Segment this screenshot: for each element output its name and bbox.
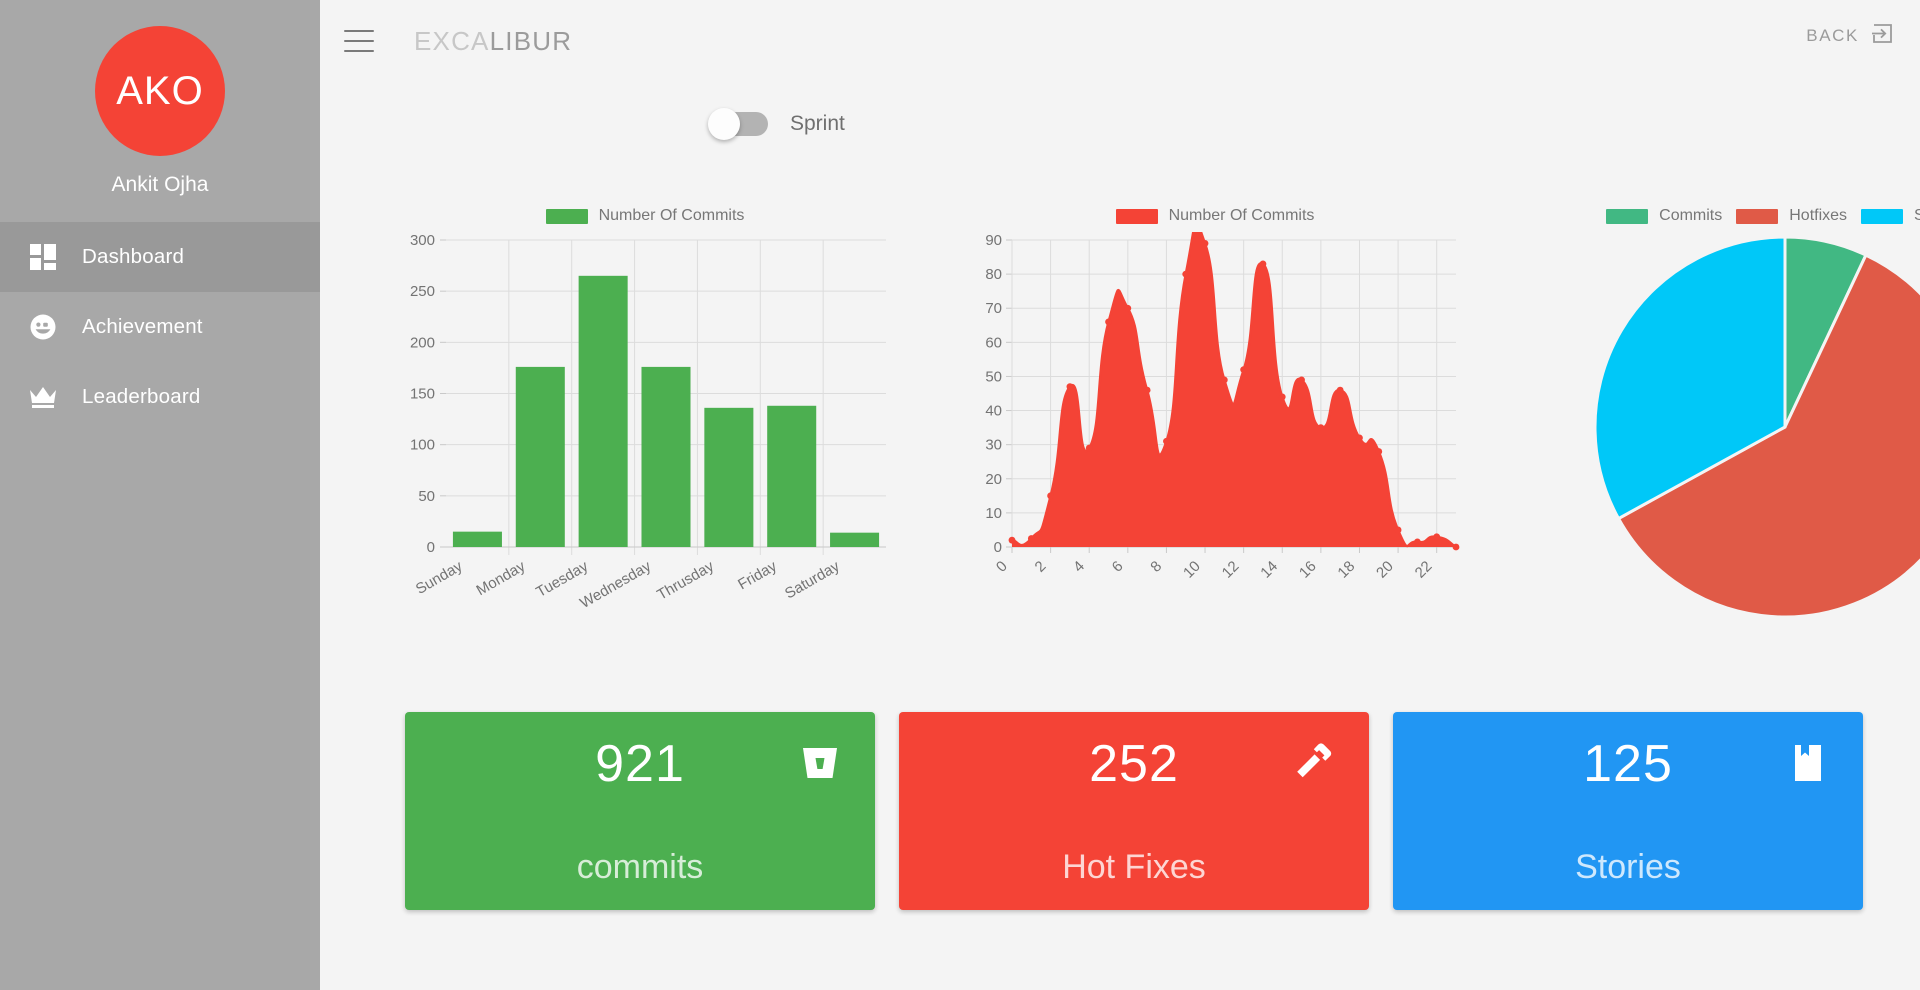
svg-text:90: 90 [985,232,1002,249]
legend-label: Hotfixes [1789,207,1848,224]
legend-swatch [1861,208,1904,224]
svg-text:Thrusday: Thrusday [654,557,717,603]
avatar: AKO [95,26,225,156]
stat-value: 125 [1583,735,1673,793]
area-chart-commits-by-hour: Number Of Commits 0 10 20 30 40 50 60 70 80 90 0 2 4… [970,200,1460,670]
legend-swatch [1606,208,1649,224]
svg-text:10: 10 [985,505,1002,522]
page-title: EXCALIBUR [414,26,572,57]
stat-cards-row: 921 commits 252 Hot Fixes 125 Stories [320,712,1920,910]
sidebar-item-achievement[interactable]: Achievement [0,292,320,362]
svg-text:4: 4 [1070,558,1088,576]
hammer-icon [1293,742,1335,784]
svg-text:14: 14 [1257,558,1281,582]
sidebar-item-leaderboard[interactable]: Leaderboard [0,362,320,432]
svg-text:Saturday: Saturday [782,557,843,602]
pie-chart-work-breakdown: Commits Hotfixes Stories [1540,200,1920,670]
toggle-knob [708,108,740,140]
legend-item-stories[interactable]: Stories [1861,207,1920,225]
user-name: Ankit Ojha [111,173,209,196]
charts-row: Number Of Commits 0 50 100 150 200 250 300 Sund… [320,200,1920,690]
stat-card-stories[interactable]: 125 Stories [1393,712,1863,910]
back-button-label: BACK [1806,26,1859,45]
svg-text:50: 50 [985,368,1002,385]
svg-text:Friday: Friday [735,557,780,593]
sidebar: AKO Ankit Ojha Dashboard Achievement Lea… [0,0,320,990]
svg-text:0: 0 [993,558,1011,576]
svg-text:200: 200 [410,334,435,351]
brand-text-dim: EXCA [414,25,490,56]
svg-text:250: 250 [410,283,435,300]
legend-label: Number Of Commits [598,207,745,224]
legend-label: Stories [1914,207,1920,224]
pie-chart-plot [1540,232,1920,632]
sidebar-item-label: Leaderboard [82,385,201,408]
svg-text:20: 20 [1373,558,1397,582]
dashboard-page: AKO Ankit Ojha Dashboard Achievement Lea… [0,0,1920,990]
crown-icon [16,384,70,410]
stat-card-commits[interactable]: 921 commits [405,712,875,910]
svg-text:0: 0 [994,539,1002,556]
brand-text-bright: LIBUR [489,25,573,56]
svg-text:20: 20 [985,471,1002,488]
svg-text:Sunday: Sunday [413,557,466,597]
back-button[interactable]: BACK [1806,22,1894,50]
svg-text:100: 100 [410,437,435,454]
area-chart-plot: 0 10 20 30 40 50 60 70 80 90 0 2 4 6 8 10 12 14 16 18 20 22 [970,232,1460,632]
bucket-icon [799,742,841,784]
sidebar-nav: Dashboard Achievement Leaderboard [0,222,320,432]
legend-item[interactable]: Number Of Commits [1115,207,1315,225]
user-profile: AKO Ankit Ojha [0,0,320,222]
svg-text:22: 22 [1412,558,1436,582]
legend-swatch [1736,208,1779,224]
legend-label: Number Of Commits [1168,207,1315,224]
legend-swatch [1115,208,1158,224]
exit-arrow-icon [1871,22,1894,50]
sidebar-item-dashboard[interactable]: Dashboard [0,222,320,292]
legend-item-commits[interactable]: Commits [1606,207,1722,225]
stat-card-hotfixes[interactable]: 252 Hot Fixes [899,712,1369,910]
legend-swatch [545,208,588,224]
svg-text:12: 12 [1219,558,1243,582]
svg-text:50: 50 [418,488,435,505]
svg-text:10: 10 [1180,558,1204,582]
hamburger-menu-icon[interactable] [344,30,374,52]
svg-text:Monday: Monday [474,557,529,599]
svg-text:2: 2 [1032,558,1050,576]
svg-text:8: 8 [1147,558,1165,576]
bar-chart-commits-by-day: Number Of Commits 0 50 100 150 200 250 300 Sund… [400,200,890,670]
svg-text:0: 0 [427,539,435,556]
dashboard-grid-icon [16,244,70,270]
legend-label: Commits [1659,207,1723,224]
svg-text:70: 70 [985,300,1002,317]
bar-chart-legend: Number Of Commits [400,200,890,232]
svg-text:30: 30 [985,437,1002,454]
area-chart-legend: Number Of Commits [970,200,1460,232]
sprint-toggle-row: Sprint [708,106,1920,142]
stat-label: commits [576,848,704,886]
legend-item-hotfixes[interactable]: Hotfixes [1736,207,1847,225]
svg-text:40: 40 [985,403,1002,420]
sidebar-item-label: Dashboard [82,245,185,268]
svg-text:18: 18 [1334,558,1358,582]
pie-chart-legend: Commits Hotfixes Stories [1540,200,1920,232]
legend-item[interactable]: Number Of Commits [545,207,745,225]
topbar: EXCALIBUR BACK [320,0,1920,82]
svg-text:60: 60 [985,334,1002,351]
svg-text:80: 80 [985,266,1002,283]
svg-text:6: 6 [1109,558,1127,576]
svg-text:300: 300 [410,232,435,249]
stat-label: Stories [1575,848,1681,886]
main-content: EXCALIBUR BACK Sprint Number Of Commits … [320,0,1920,990]
svg-text:16: 16 [1296,558,1320,582]
smiley-face-icon [16,313,70,341]
stat-label: Hot Fixes [1062,848,1206,886]
sprint-toggle[interactable] [708,108,768,140]
bar-chart-plot: 0 50 100 150 200 250 300 Sunday Monday Tuesday Wed… [400,232,890,632]
sidebar-item-label: Achievement [82,315,203,338]
svg-text:150: 150 [410,386,435,403]
sprint-toggle-label: Sprint [790,112,845,135]
svg-text:Wednesday: Wednesday [577,557,654,611]
